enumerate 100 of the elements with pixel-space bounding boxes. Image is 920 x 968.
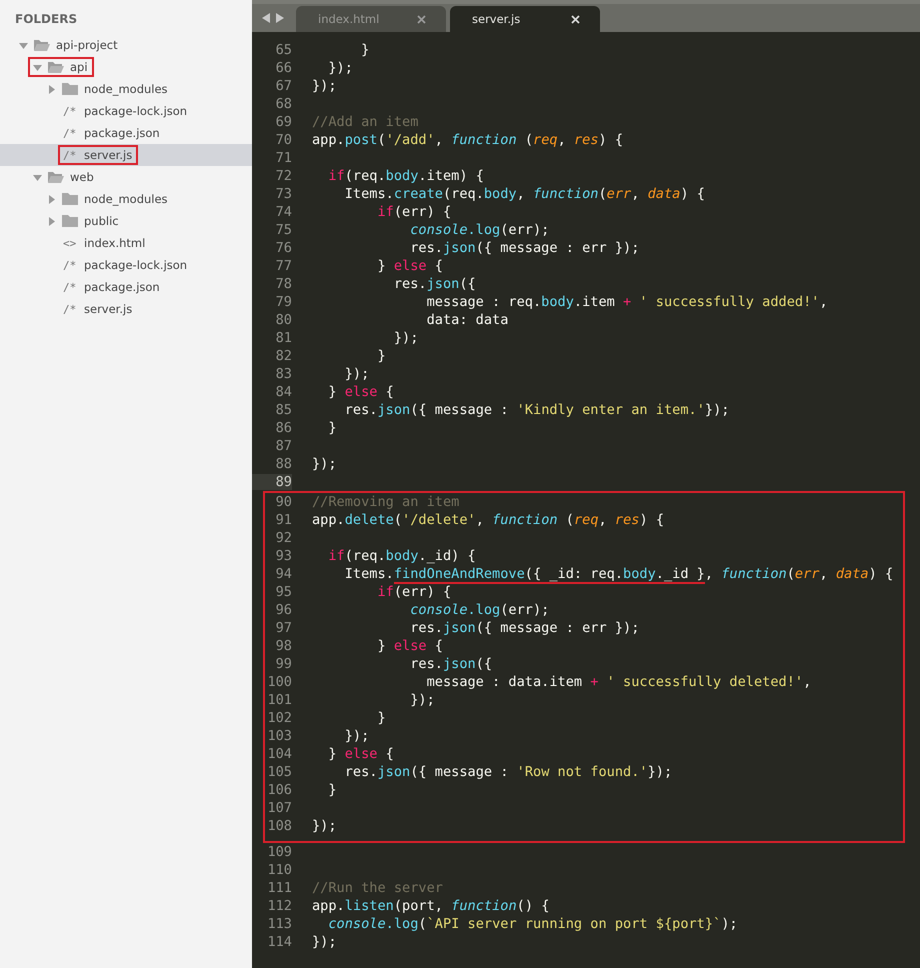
code-line: }); [392,330,418,346]
sidebar-heading: FOLDERS [14,12,78,28]
line-number: 112 [266,898,292,914]
file-icon: /* [63,104,79,118]
line-number: 65 [274,42,292,58]
line-number: 78 [274,276,292,292]
code-line: } else { [327,384,394,400]
file-name[interactable]: package-lock.json [84,104,188,118]
line-number: 94 [274,566,292,582]
code-line: console.log(`API server running on port ${port}`); [327,916,738,932]
line-number: 81 [274,330,292,346]
collapsed-arrow-icon[interactable] [47,216,56,226]
file-name[interactable]: index.html [84,236,146,250]
file-name[interactable]: server.js [84,148,132,162]
line-number: 70 [274,132,292,148]
code-line: res.json({ [409,656,492,672]
line-number: 114 [266,934,292,950]
file-name[interactable]: public [84,214,119,228]
code-line: app.post('/add', function (req, res) { [312,132,624,148]
line-number: 67 [274,78,292,94]
collapsed-arrow-icon[interactable] [47,84,56,94]
line-number: 105 [266,764,292,780]
code-line: }); [344,366,370,382]
line-number: 89 [252,474,292,490]
file-name[interactable]: server.js [84,302,132,316]
code-line: message : data.item + ' successfully deleted!', [426,674,812,690]
code-line: console.log(err); [409,602,550,618]
code-line: res.json({ message : 'Kindly enter an item.'}); [344,402,730,418]
line-number: 93 [274,548,292,564]
line-number: 103 [266,728,292,744]
file-name[interactable]: package.json [84,126,160,140]
code-line: message : req.body.item + ' successfully added!', [426,294,828,310]
file-icon: /* [63,258,79,272]
code-line: res.json({ message : err }); [409,240,640,256]
code-line: if(err) { [376,584,452,600]
selected-row[interactable]: /* server.js [0,144,252,166]
file-icon: /* [63,148,79,162]
collapsed-arrow-icon[interactable] [47,194,56,204]
open-folder-icon [47,60,65,74]
line-number: 101 [266,692,292,708]
line-number: 111 [266,880,292,896]
file-icon: /* [63,280,79,294]
code-line: if(err) { [376,204,452,220]
file-icon: /* [63,126,79,140]
code-line: app.listen(port, function() { [312,898,550,914]
code-line: }); [312,818,337,834]
line-number: 86 [274,420,292,436]
line-number: 97 [274,620,292,636]
line-number: 107 [266,800,292,816]
line-number: 99 [274,656,292,672]
forward-icon[interactable] [275,13,284,23]
file-name[interactable]: node_modules [84,82,168,96]
line-number: 106 [266,782,292,798]
expanded-arrow-icon[interactable] [33,172,42,182]
line-number: 79 [274,294,292,310]
line-number: 66 [274,60,292,76]
expanded-arrow-icon[interactable] [33,62,42,72]
code-line: }); [312,456,337,472]
line-number: 85 [274,402,292,418]
code-line: Items.findOneAndRemove({ _id: req.body._id }, function(err, data) { [344,566,894,582]
line-number: 91 [274,512,292,528]
line-number: 76 [274,240,292,256]
line-number: 98 [274,638,292,654]
line-number: 74 [274,204,292,220]
file-name[interactable]: api-project [56,38,118,52]
file-tab[interactable]: server.js [450,6,600,32]
line-number: 96 [274,602,292,618]
line-number: 80 [274,312,292,328]
file-name[interactable]: package-lock.json [84,258,188,272]
line-number: 88 [274,456,292,472]
folder-icon [61,214,79,228]
file-name[interactable]: package.json [84,280,160,294]
open-folder-icon [33,38,51,52]
line-number: 104 [266,746,292,762]
code-line: }); [312,934,337,950]
code-line: console.log(err); [409,222,550,238]
code-line: }); [409,692,435,708]
open-folder-icon [47,170,65,184]
code-line: } [327,420,337,436]
code-line: }); [312,78,337,94]
file-name[interactable]: web [70,170,94,184]
file-name[interactable]: node_modules [84,192,168,206]
code-line: //Run the server [312,880,443,896]
code-line: } [360,42,370,58]
code-line: }); [327,60,353,76]
code-line: } [376,710,386,726]
code-line: Items.create(req.body, function(err, data) { [344,186,705,202]
line-number: 72 [274,168,292,184]
code-line: res.json({ message : err }); [409,620,640,636]
expanded-arrow-icon[interactable] [19,40,28,50]
line-number: 68 [274,96,292,112]
back-icon[interactable] [262,13,271,23]
line-number: 87 [274,438,292,454]
line-number: 71 [274,150,292,166]
code-line: //Removing an item [312,494,460,510]
folder-icon [61,192,79,206]
line-number: 100 [266,674,292,690]
code-line: //Add an item [312,114,418,130]
file-name[interactable]: api [70,60,88,74]
line-number: 77 [274,258,292,274]
